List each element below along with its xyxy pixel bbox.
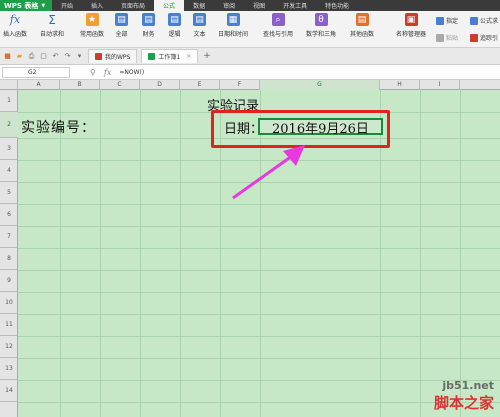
spreadsheet-app: WPS 表格 ▼ 开始 插入 页面布局 公式 数据 审阅 视图 开发工具 特色功… [0, 0, 500, 417]
watermark: jb51.net 脚本之家 [434, 379, 494, 413]
annotation-arrow-icon [232, 145, 305, 200]
watermark-site-name: 脚本之家 [433, 394, 494, 412]
watermark-domain: jb51.net [442, 379, 494, 392]
